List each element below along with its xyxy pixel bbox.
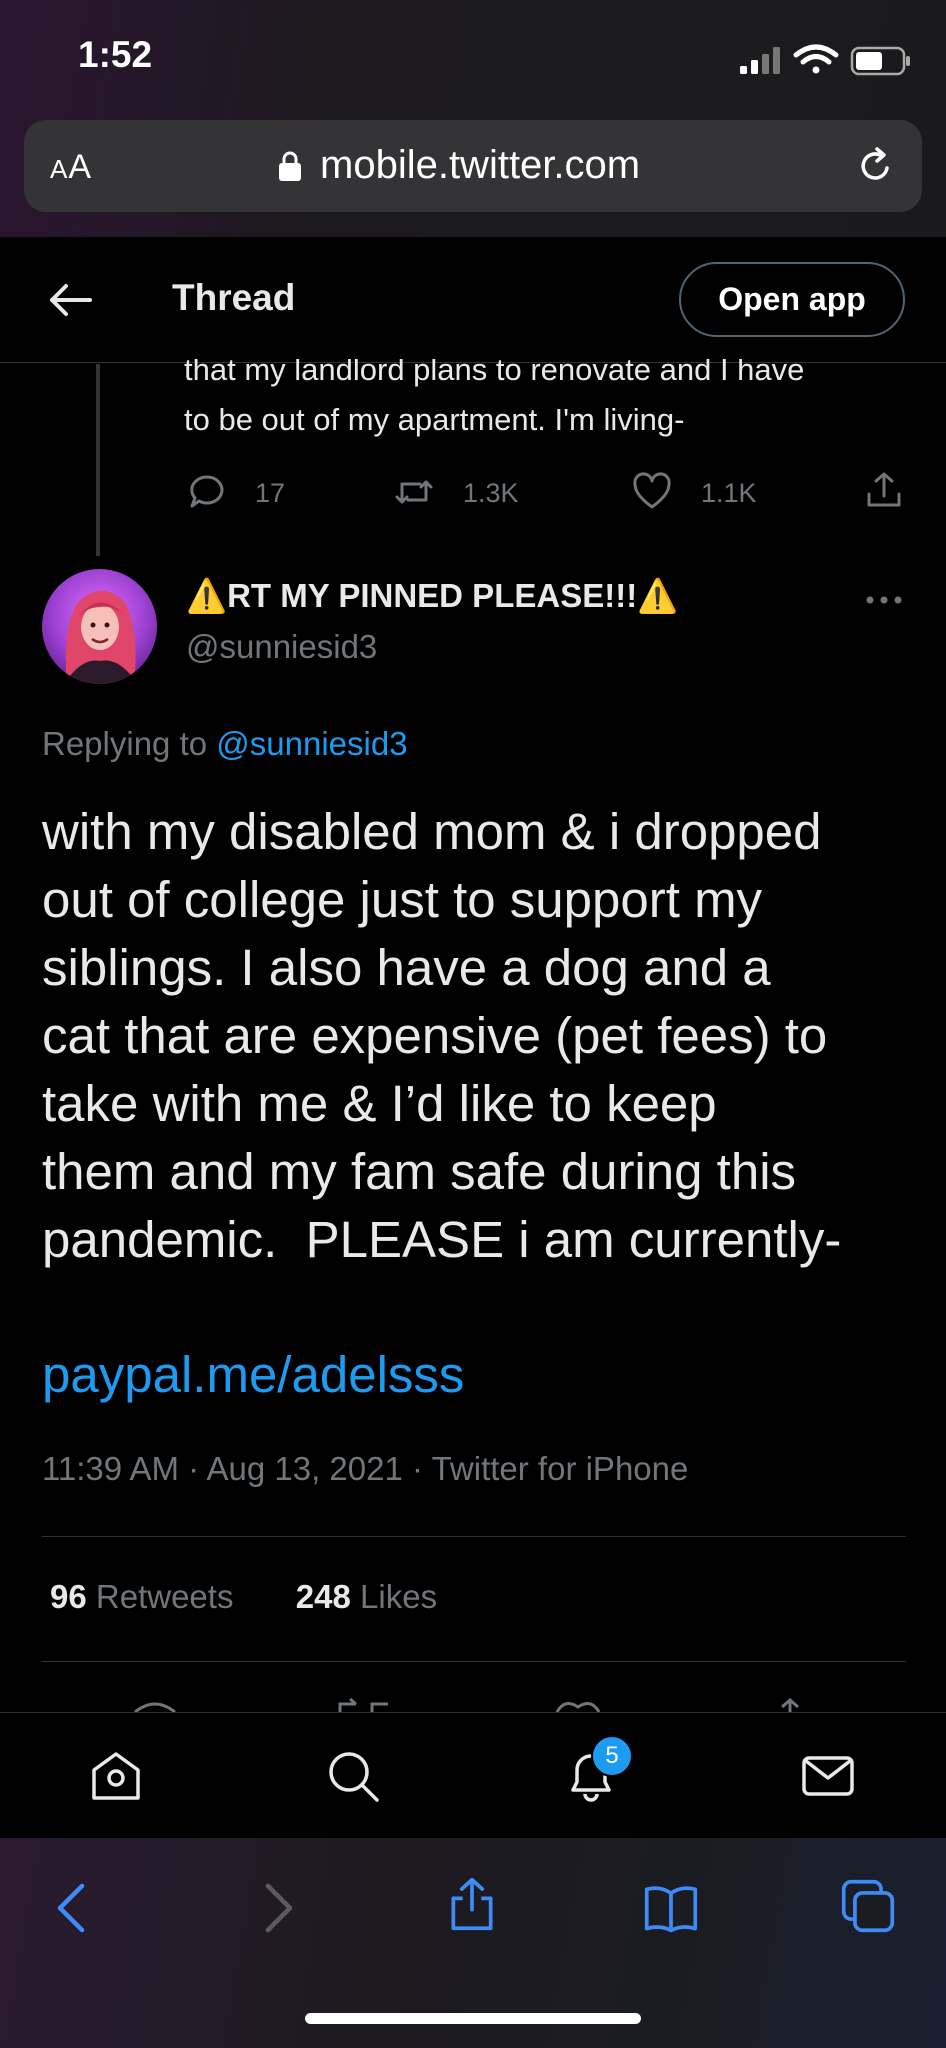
tweet-text: with my disabled mom & i dropped out of … <box>42 803 842 1268</box>
status-icons <box>740 44 910 76</box>
previous-tweet-line-2: to be out of my apartment. I'm living- <box>184 402 685 437</box>
more-icon[interactable] <box>864 588 904 612</box>
tweet-actions-row[interactable] <box>0 1690 946 1712</box>
reply-icon[interactable] <box>186 472 226 512</box>
divider <box>42 1661 906 1662</box>
avatar[interactable] <box>42 569 157 684</box>
retweet-icon <box>338 1697 388 1712</box>
previous-tweet-retweet-count: 1.3K <box>463 478 519 508</box>
signal-icon <box>740 47 780 74</box>
bookmarks-icon[interactable] <box>643 1880 699 1936</box>
tweet-time: 11:39 AM <box>42 1450 179 1487</box>
reply-icon <box>134 1702 176 1712</box>
retweet-count: 96 <box>50 1578 87 1615</box>
tweet-meta: 11:39 AM · Aug 13, 2021 · Twitter for iP… <box>42 1450 688 1488</box>
like-icon[interactable] <box>632 472 672 512</box>
display-name[interactable]: ⚠️RT MY PINNED PLEASE!!!⚠️ <box>186 577 678 616</box>
retweet-icon[interactable] <box>394 472 434 512</box>
search-icon[interactable] <box>325 1748 381 1804</box>
like-label: Likes <box>350 1578 438 1615</box>
back-arrow-icon[interactable] <box>48 282 94 318</box>
reader-options-button[interactable]: AA <box>50 148 92 187</box>
warning-icon: ⚠️ <box>186 577 228 614</box>
home-icon[interactable] <box>88 1748 144 1804</box>
replying-to-mention[interactable]: @sunniesid3 <box>216 725 407 762</box>
share-icon <box>781 1698 799 1712</box>
replying-to: Replying to @sunniesid3 <box>42 725 408 763</box>
retweets-stat[interactable]: 96 Retweets <box>50 1578 233 1615</box>
status-time: 1:52 <box>78 34 153 75</box>
warning-icon: ⚠️ <box>637 577 679 614</box>
likes-stat[interactable]: 248 Likes <box>296 1578 437 1615</box>
share-icon[interactable] <box>864 470 904 510</box>
wifi-icon <box>793 44 839 74</box>
safari-back-icon[interactable] <box>46 1880 102 1936</box>
battery-icon <box>850 46 910 76</box>
tweet-date: Aug 13, 2021 <box>206 1450 403 1487</box>
tabs-icon[interactable] <box>840 1878 896 1934</box>
safari-share-icon[interactable] <box>444 1876 500 1932</box>
page-title: Thread <box>172 277 296 318</box>
url-text[interactable]: mobile.twitter.com <box>320 143 640 188</box>
user-handle[interactable]: @sunniesid3 <box>186 628 377 666</box>
tweet-link[interactable]: paypal.me/adelsss <box>42 1345 464 1404</box>
home-indicator[interactable] <box>305 2013 641 2024</box>
thread-connector-line <box>96 364 100 556</box>
previous-tweet-reply-count: 17 <box>255 478 286 508</box>
open-app-button[interactable]: Open app <box>679 262 905 337</box>
mail-icon[interactable] <box>800 1748 856 1804</box>
like-count: 248 <box>295 1578 351 1615</box>
notifications-badge: 5 <box>591 1735 633 1777</box>
tweet-stats: 96 Retweets 248 Likes <box>50 1578 437 1616</box>
tweet-source[interactable]: Twitter for iPhone <box>432 1450 689 1487</box>
meta-separator: · <box>178 1450 207 1487</box>
previous-tweet-text[interactable]: that my landlord plans to renovate and I… <box>184 359 904 445</box>
lock-icon <box>279 151 301 181</box>
previous-tweet-like-count: 1.1K <box>701 478 757 508</box>
safari-forward-icon <box>265 1883 293 1933</box>
display-name-text: RT MY PINNED PLEASE!!! <box>227 577 638 614</box>
like-icon <box>555 1701 601 1712</box>
retweet-label: Retweets <box>86 1578 234 1615</box>
divider <box>42 1536 906 1537</box>
reload-icon[interactable] <box>856 146 896 186</box>
meta-separator: · <box>402 1450 432 1487</box>
replying-to-label: Replying to <box>42 725 217 762</box>
